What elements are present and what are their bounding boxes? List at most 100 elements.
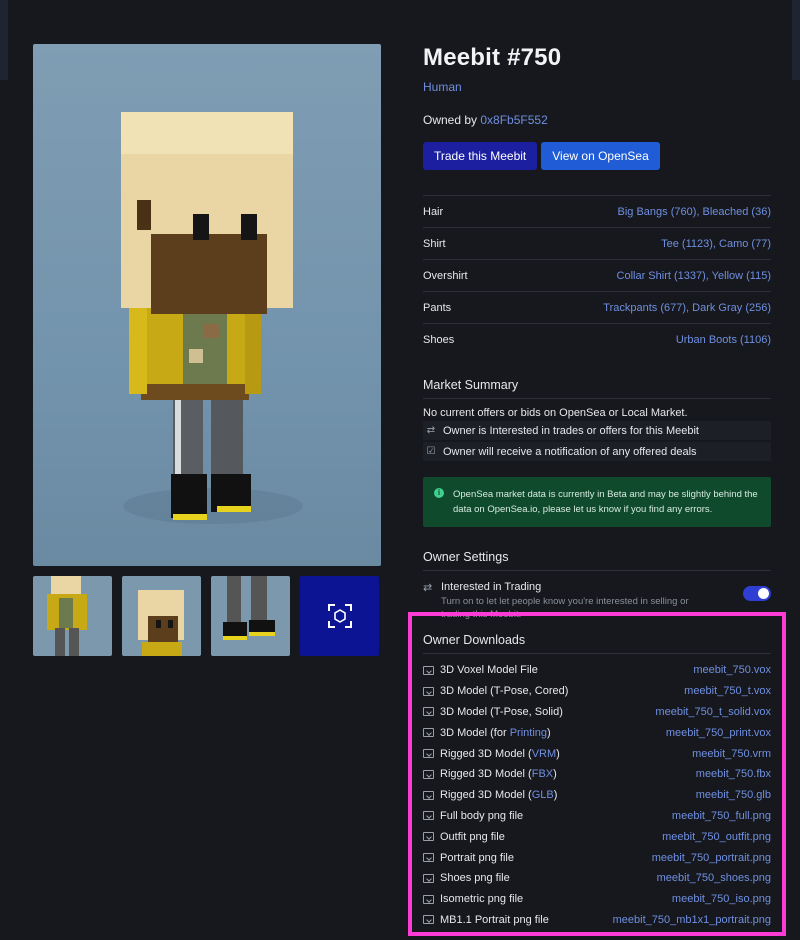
trait-name: Overshirt — [423, 269, 468, 282]
trait-row-shoes: Shoes Urban Boots (1106) — [423, 324, 771, 356]
download-row: 3D Model (T-Pose, Cored) meebit_750_t.vox — [423, 681, 771, 702]
download-label-group: Rigged 3D Model (VRM) — [423, 748, 560, 760]
trait-row-shirt: Shirt Tee (1123), Camo (77) — [423, 228, 771, 260]
action-buttons: Trade this Meebit View on OpenSea — [423, 142, 771, 170]
download-label-group: 3D Model (T-Pose, Cored) — [423, 685, 568, 697]
market-summary: Market Summary No current offers or bids… — [423, 378, 771, 527]
download-label: 3D Model (for Printing) — [440, 727, 551, 739]
trade-button[interactable]: Trade this Meebit — [423, 142, 538, 170]
view-on-opensea-button[interactable]: View on OpenSea — [541, 142, 660, 170]
folder-download-icon — [423, 686, 434, 696]
download-label-suffix: ) — [556, 747, 560, 760]
download-label-group: Shoes png file — [423, 872, 510, 884]
download-label-group: MB1.1 Portrait png file — [423, 914, 549, 926]
trait-value-link[interactable]: Trackpants (677), Dark Gray (256) — [603, 302, 771, 314]
download-label-link[interactable]: GLB — [532, 789, 554, 801]
download-label: Outfit png file — [440, 830, 505, 843]
owner-downloads: Owner Downloads 3D Voxel Model File meebi… — [423, 633, 771, 930]
folder-download-icon — [423, 811, 434, 821]
download-label: 3D Voxel Model File — [440, 664, 538, 677]
download-label-prefix: Rigged 3D Model ( — [440, 768, 532, 781]
trait-name: Shoes — [423, 334, 455, 346]
download-row: Outfit png file meebit_750_outfit.png — [423, 826, 771, 847]
download-row: 3D Model (T-Pose, Solid) meebit_750_t_sol… — [423, 702, 771, 723]
trait-name: Pants — [423, 301, 452, 314]
download-row: Full body png file meebit_750_full.png — [423, 806, 771, 827]
download-label-group: Rigged 3D Model (FBX) — [423, 768, 557, 780]
download-file-link[interactable]: meebit_750_shoes.png — [657, 872, 771, 884]
download-file-link[interactable]: meebit_750_mb1x1_portrait.png — [613, 914, 771, 926]
owner-line: Owned by 0x8Fb5F552 — [423, 113, 771, 127]
download-file-link[interactable]: meebit_750_outfit.png — [662, 831, 771, 843]
download-file-link[interactable]: meebit_750.vrm — [692, 748, 771, 760]
download-file-link[interactable]: meebit_750.glb — [696, 789, 771, 801]
download-file-link[interactable]: meebit_750_portrait.png — [652, 852, 771, 864]
thumbnail-portrait[interactable] — [122, 576, 201, 656]
folder-download-icon — [423, 728, 434, 738]
download-label: Full body png file — [440, 809, 524, 822]
download-file-link[interactable]: meebit_750_t_solid.vox — [655, 706, 771, 718]
meebit-render-image — [33, 44, 381, 566]
owner-downloads-title: Owner Downloads — [423, 633, 771, 654]
download-label-suffix: ) — [547, 726, 551, 739]
download-row: Rigged 3D Model (GLB) meebit_750.glb — [423, 785, 771, 806]
owner-settings: Owner Settings ⇄ Interested in Trading T… — [423, 550, 771, 621]
ar-view-button[interactable] — [300, 576, 379, 656]
market-row-trades: ⇄ Owner is Interested in trades or offer… — [423, 421, 771, 440]
trait-name: Shirt — [423, 237, 446, 250]
edge-strip-left — [0, 0, 8, 80]
trait-value-link[interactable]: Tee (1123), Camo (77) — [661, 238, 771, 250]
market-row-text: Owner will receive a notification of any… — [443, 445, 697, 458]
folder-download-icon — [423, 665, 434, 675]
download-file-link[interactable]: meebit_750_t.vox — [684, 685, 771, 697]
download-label-group: Full body png file — [423, 810, 523, 822]
trait-name: Hair — [423, 205, 444, 218]
download-label-link[interactable]: Printing — [510, 727, 547, 739]
download-label-prefix: 3D Model (for — [440, 726, 510, 739]
download-file-link[interactable]: meebit_750.vox — [693, 664, 771, 676]
download-file-link[interactable]: meebit_750_print.vox — [666, 727, 771, 739]
market-row-notification: ☑ Owner will receive a notification of a… — [423, 442, 771, 461]
toggle-knob — [758, 588, 769, 599]
trait-value-link[interactable]: Collar Shirt (1337), Yellow (115) — [617, 270, 771, 282]
download-file-link[interactable]: meebit_750_iso.png — [672, 893, 771, 905]
download-label: Rigged 3D Model (FBX) — [440, 768, 557, 780]
setting-label: Interested in Trading — [441, 581, 542, 593]
owned-by-label: Owned by — [423, 113, 478, 127]
download-label-link[interactable]: FBX — [532, 768, 553, 780]
market-status-text: No current offers or bids on OpenSea or … — [423, 407, 688, 419]
download-label-group: Isometric png file — [423, 893, 523, 905]
thumbnail-shoes[interactable] — [211, 576, 290, 656]
download-label: Rigged 3D Model (VRM) — [440, 748, 560, 760]
owner-address-link[interactable]: 0x8Fb5F552 — [480, 113, 547, 127]
meebit-type-link[interactable]: Human — [423, 80, 771, 94]
download-file-link[interactable]: meebit_750_full.png — [672, 810, 771, 822]
download-label-link[interactable]: VRM — [532, 748, 556, 760]
download-label-group: 3D Voxel Model File — [423, 664, 538, 676]
trait-value-link[interactable]: Urban Boots (1106) — [676, 334, 771, 346]
download-file-link[interactable]: meebit_750.fbx — [696, 768, 771, 780]
download-label-group: Outfit png file — [423, 831, 505, 843]
download-row: Portrait png file meebit_750_portrait.png — [423, 847, 771, 868]
edge-strip-right — [792, 0, 800, 80]
download-label-prefix: Rigged 3D Model ( — [440, 747, 532, 760]
download-label: Shoes png file — [440, 872, 510, 885]
details-column: Meebit #750 Human Owned by 0x8Fb5F552 Tr… — [423, 44, 771, 621]
beta-notice: i OpenSea market data is currently in Be… — [423, 477, 771, 527]
download-label-group: Portrait png file — [423, 852, 514, 864]
thumbnail-full-body[interactable] — [33, 576, 112, 656]
download-label: MB1.1 Portrait png file — [440, 913, 549, 926]
download-label: 3D Model (T-Pose, Solid) — [440, 705, 563, 718]
info-icon: i — [434, 488, 444, 498]
download-row: Isometric png file meebit_750_iso.png — [423, 889, 771, 910]
market-summary-title: Market Summary — [423, 378, 771, 399]
trait-value-link[interactable]: Big Bangs (760), Bleached (36) — [618, 206, 771, 218]
traits-table: Hair Big Bangs (760), Bleached (36) Shir… — [423, 195, 771, 356]
thumbnail-strip — [33, 576, 381, 656]
interested-in-trading-toggle[interactable] — [743, 586, 771, 601]
download-row: Rigged 3D Model (FBX) meebit_750.fbx — [423, 764, 771, 785]
folder-download-icon — [423, 873, 434, 883]
download-label-group: Rigged 3D Model (GLB) — [423, 789, 557, 801]
download-label-prefix: Rigged 3D Model ( — [440, 789, 532, 802]
download-row: 3D Model (for Printing) meebit_750_print.… — [423, 722, 771, 743]
